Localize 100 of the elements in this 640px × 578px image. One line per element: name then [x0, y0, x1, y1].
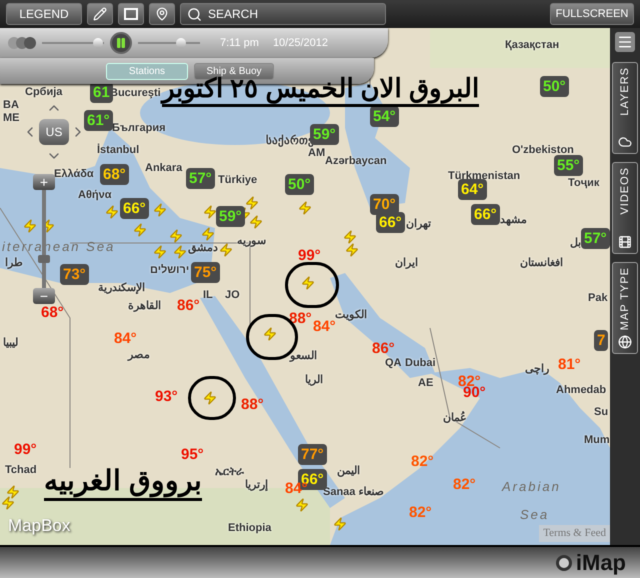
temperature-label: 54° — [373, 108, 396, 125]
draw-button[interactable] — [87, 3, 113, 25]
target-icon — [556, 554, 572, 570]
annotation-caption: برووق الغربيه — [44, 464, 202, 501]
temperature-label: 82° — [411, 453, 434, 470]
place-label: Αθήνα — [78, 188, 112, 203]
place-label: مصر — [128, 348, 150, 363]
place-label: Dubai — [405, 356, 436, 371]
place-label: اليمن — [337, 464, 360, 479]
place-label: الإسكندرية — [98, 281, 145, 296]
temperature-label: 57° — [584, 230, 607, 247]
legend-button[interactable]: LEGEND — [6, 3, 82, 25]
temperature-label: 7 — [597, 332, 606, 349]
place-label: JO — [225, 288, 240, 303]
temperature-label: 70° — [373, 196, 396, 213]
toggle-dots-icon[interactable] — [8, 37, 36, 49]
sea-label: Arabian — [502, 478, 561, 496]
place-label: القاهرة — [128, 299, 161, 314]
time-text: 7:11 pm — [220, 36, 259, 51]
temperature-label: 82° — [409, 504, 432, 521]
temperature-label: 66° — [379, 214, 402, 231]
cloud-icon — [618, 135, 632, 149]
temperature-label: 68° — [103, 166, 126, 183]
place-label: Тоҷик — [568, 176, 600, 191]
temperature-label: 77° — [301, 446, 324, 463]
temperature-label: 61° — [87, 112, 110, 129]
place-label: O'zbekiston — [512, 143, 574, 158]
place-label: Ankara — [145, 161, 182, 176]
search-input[interactable]: SEARCH — [208, 5, 368, 23]
temperature-label: 73° — [63, 266, 86, 283]
map-pin-icon — [155, 7, 169, 21]
place-label: Ελλάδα — [54, 167, 94, 182]
frame-icon — [124, 8, 138, 20]
route-button[interactable] — [149, 3, 175, 25]
imap-logo: iMap — [576, 550, 626, 574]
temperature-label: 99° — [298, 247, 321, 264]
temperature-label: 84° — [313, 318, 336, 335]
sidebar-tab[interactable]: LAYERS — [612, 62, 638, 154]
temperature-label: 55° — [557, 157, 580, 174]
place-label: Србија — [25, 85, 62, 100]
temperature-label: 66° — [474, 206, 497, 223]
sidebar-tab[interactable]: VIDEOS — [612, 162, 638, 254]
temperature-label: 93° — [155, 388, 178, 405]
slider-thumb[interactable] — [176, 38, 186, 48]
place-label: AM — [308, 147, 326, 159]
place-label: QA — [385, 356, 402, 371]
zoom-thumb[interactable] — [38, 254, 50, 263]
temperature-label: 88° — [289, 310, 312, 327]
place-label: Türkmenistan — [448, 169, 520, 184]
fullscreen-button[interactable]: FULLSCREEN — [550, 3, 634, 25]
region-button[interactable]: US — [39, 119, 69, 145]
menu-icon[interactable] — [615, 32, 635, 52]
frame-button[interactable] — [118, 3, 144, 25]
temperature-label: 50° — [288, 176, 311, 193]
pause-button[interactable] — [110, 32, 132, 54]
temperature-label: 50° — [543, 78, 566, 95]
zoom-in-button[interactable]: + — [33, 174, 55, 190]
sidebar-tab[interactable]: MAP TYPE — [612, 262, 638, 354]
place-label: Sanaa صنعاء — [323, 485, 384, 500]
temperature-label: 59° — [313, 126, 336, 143]
sea-label: Sea — [520, 506, 550, 524]
temperature-label: 82° — [453, 476, 476, 493]
zoom-out-button[interactable]: − — [33, 288, 55, 304]
place-label: Ahmedab — [556, 383, 606, 398]
film-icon — [618, 235, 632, 249]
temperature-label: 61 — [93, 84, 110, 101]
place-label: عُمان — [443, 410, 467, 426]
globe-icon — [618, 335, 632, 349]
temperature-label: 59° — [219, 208, 242, 225]
place-label: ירושלים — [150, 263, 190, 278]
place-label: BA — [3, 98, 19, 113]
temperature-label: 84° — [114, 330, 137, 347]
pause-icon — [115, 37, 127, 49]
place-label: Su — [594, 405, 608, 420]
slider-thumb[interactable] — [92, 38, 103, 48]
temperature-label: 64° — [461, 181, 484, 198]
place-label: Қазақстан — [505, 38, 560, 53]
place-label: AE — [418, 376, 434, 391]
place-label: Pak — [588, 291, 608, 306]
speed-slider[interactable] — [42, 38, 104, 48]
search-bar[interactable]: SEARCH — [180, 3, 386, 25]
place-label: إرتريا — [245, 478, 268, 493]
place-label: България — [112, 121, 166, 136]
place-label: Tchad — [5, 463, 37, 478]
temperature-label: 81° — [558, 356, 581, 373]
place-label: مشهد — [500, 213, 527, 228]
place-label: افغانستان — [520, 256, 563, 271]
temperature-label: 57° — [189, 170, 212, 187]
terms-link[interactable]: Terms & Feed — [539, 525, 610, 542]
search-icon — [187, 6, 202, 22]
place-label: طرا — [5, 256, 23, 271]
place-label: ایران — [395, 256, 418, 271]
place-label: ME — [3, 111, 20, 126]
pencil-icon — [93, 7, 107, 21]
place-label: ኤርትራ — [215, 465, 244, 480]
progress-slider[interactable] — [138, 38, 200, 48]
temperature-label: 99° — [14, 441, 37, 458]
place-label: بل — [570, 236, 581, 251]
place-label: تهران — [406, 217, 431, 232]
temperature-label: 88° — [241, 396, 264, 413]
